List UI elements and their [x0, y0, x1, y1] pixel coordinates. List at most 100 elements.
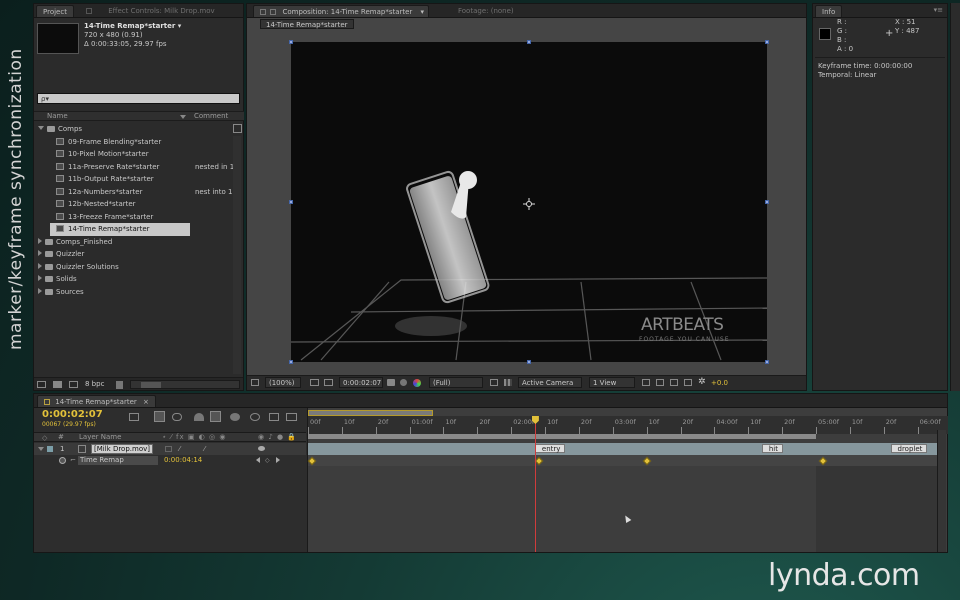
fast-previews-icon[interactable] [656, 379, 664, 386]
project-vertical-scrollbar[interactable] [233, 136, 241, 374]
col-layer-name[interactable]: Layer Name [79, 433, 121, 442]
video-eye-icon[interactable] [258, 446, 265, 451]
layer-marker[interactable]: hit [761, 444, 783, 453]
layer-handle-bl[interactable] [289, 360, 293, 364]
view-layout-dropdown[interactable]: 1 View [589, 377, 635, 388]
comp-viewer[interactable]: ARTBEATS FOOTAGE YOU CAN USE [291, 42, 767, 362]
collapsed-arrow-icon[interactable] [38, 275, 42, 281]
col-comment[interactable]: Comment [194, 112, 228, 121]
stopwatch-icon[interactable] [59, 457, 66, 464]
tab-timeline[interactable]: 14-Time Remap*starter × [37, 395, 156, 407]
snapshot-icon[interactable] [387, 379, 395, 386]
tab-composition[interactable]: Composition: 14-Time Remap*starter ▾ [253, 5, 429, 17]
tab-project[interactable]: Project [36, 5, 74, 17]
comp-mini-flowchart-icon[interactable] [129, 413, 139, 421]
mask-visibility-icon[interactable] [324, 379, 333, 386]
project-item[interactable]: 10-Pixel Motion*starter [34, 148, 232, 161]
brainstorm-icon[interactable] [269, 413, 279, 421]
transparency-grid-icon[interactable] [504, 379, 512, 386]
tab-footage[interactable]: Footage: (none) [452, 5, 520, 17]
new-folder-icon[interactable] [53, 381, 62, 388]
project-item[interactable]: Comps [34, 123, 232, 136]
motion-blur-icon[interactable] [230, 413, 240, 421]
frame-blending-icon[interactable] [210, 411, 221, 422]
exposure-value[interactable]: +0.0 [711, 379, 728, 388]
timeline-current-time[interactable]: 0:00:02:07 [42, 409, 103, 420]
interpret-footage-icon[interactable] [37, 381, 46, 388]
project-search-input[interactable]: ρ▾ [37, 93, 240, 104]
next-keyframe-icon[interactable] [276, 457, 280, 463]
project-item[interactable]: 09-Frame Blending*starter [34, 136, 232, 149]
channel-icon[interactable] [413, 379, 421, 387]
layer-handle-mr[interactable] [765, 200, 769, 204]
collapsed-arrow-icon[interactable] [38, 262, 42, 269]
layer-shy-switch[interactable] [165, 446, 172, 452]
new-comp-icon[interactable] [69, 381, 78, 388]
track-area[interactable]: 00f 10f 20f 01:00f 10f 20f 02:00f 10f 20f 03:00f 1… [307, 408, 948, 552]
project-item[interactable]: 12b-Nested*starter [34, 198, 232, 211]
layer-handle-tr[interactable] [765, 40, 769, 44]
layer-handle-tl[interactable] [289, 40, 293, 44]
camera-dropdown[interactable]: Active Camera [518, 377, 582, 388]
add-keyframe-icon[interactable]: ◇ [265, 457, 270, 464]
layer-expand-icon[interactable] [38, 447, 44, 451]
project-item[interactable]: 14-Time Remap*starter [50, 223, 190, 236]
project-scrollbar[interactable] [130, 380, 240, 389]
layer-handle-bc[interactable] [527, 360, 531, 364]
current-time-field[interactable]: 0:00:02:07 [339, 377, 383, 388]
graph-icon[interactable] [286, 413, 297, 421]
col-name[interactable]: Name [47, 112, 68, 121]
timeline-vertical-scrollbar[interactable] [937, 430, 946, 552]
project-item[interactable]: 11b-Output Rate*starter [34, 173, 232, 186]
always-preview-icon[interactable] [251, 379, 259, 386]
region-of-interest-icon[interactable] [490, 379, 498, 386]
expanded-arrow-icon[interactable] [38, 126, 44, 130]
comp-subtab[interactable]: 14-Time Remap*starter [260, 19, 354, 29]
layer-handle-br[interactable] [765, 360, 769, 364]
property-value[interactable]: 0:00:04:14 [164, 456, 202, 465]
zoom-dropdown[interactable]: (100%) [265, 377, 301, 388]
project-item[interactable]: Quizzler Solutions [34, 261, 232, 274]
graph-editor-icon[interactable] [250, 413, 260, 421]
draft-3d-icon[interactable] [172, 413, 182, 421]
current-time-indicator[interactable] [531, 416, 539, 552]
graph-link-icon[interactable]: ⌐ [70, 456, 76, 464]
safe-margins-icon[interactable] [310, 379, 319, 386]
time-ruler[interactable]: 00f 10f 20f 01:00f 10f 20f 02:00f 10f 20f 03:00f 1… [308, 416, 948, 434]
project-item[interactable]: Sources [34, 286, 232, 299]
layer-marker[interactable]: droplet [890, 444, 928, 453]
selected-comp-name[interactable]: 14-Time Remap*starter ▾ [84, 22, 181, 31]
property-row[interactable]: ⌐ Time Remap 0:00:04:14 ◇ [34, 455, 306, 466]
layer-handle-tc[interactable] [527, 40, 531, 44]
exposure-icon[interactable]: ✲ [698, 378, 706, 387]
layer-duration-bar[interactable] [308, 443, 944, 455]
live-update-icon[interactable] [154, 411, 165, 422]
project-item[interactable]: Comps_Finished [34, 236, 232, 249]
trash-icon[interactable] [116, 381, 123, 389]
bpc-toggle[interactable]: 8 bpc [85, 380, 104, 389]
tab-effect-controls[interactable]: Effect Controls: Milk Drop.mov [80, 5, 242, 17]
hide-shy-icon[interactable] [194, 413, 204, 421]
panel-menu-icon[interactable]: ▾≡ [934, 7, 943, 14]
layer-quality-switch[interactable]: ⁄ [179, 445, 180, 453]
layer-frame-blend-switch[interactable]: ⁄ [204, 445, 205, 453]
layer-marker[interactable]: entry [534, 444, 566, 453]
pixel-aspect-icon[interactable] [642, 379, 650, 386]
resolution-dropdown[interactable]: (Full) [429, 377, 483, 388]
collapsed-arrow-icon[interactable] [38, 237, 42, 244]
tab-info[interactable]: Info [815, 5, 843, 17]
project-item[interactable]: 13-Freeze Frame*starter [34, 211, 232, 224]
show-snapshot-icon[interactable] [400, 379, 407, 386]
layer-name[interactable]: [Milk Drop.mov] [91, 444, 153, 454]
project-item[interactable]: Quizzler [34, 248, 232, 261]
info-a: A : 0 [837, 45, 854, 53]
collapsed-arrow-icon[interactable] [38, 250, 42, 256]
collapsed-arrow-icon[interactable] [38, 287, 42, 294]
timeline-icon[interactable] [670, 379, 678, 386]
flowchart-view-icon[interactable] [684, 379, 692, 386]
layer-handle-ml[interactable] [289, 200, 293, 204]
layer-row[interactable]: 1 [Milk Drop.mov] ⁄ ⁄ [34, 443, 306, 455]
prev-keyframe-icon[interactable] [256, 457, 260, 463]
project-item[interactable]: Solids [34, 273, 232, 286]
flowchart-icon[interactable] [233, 124, 242, 133]
